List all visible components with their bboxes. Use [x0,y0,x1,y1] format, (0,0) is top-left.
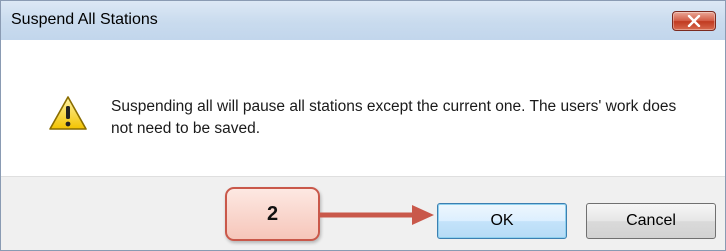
cancel-button[interactable]: Cancel [586,203,716,239]
arrow-icon [318,205,434,225]
dialog-title: Suspend All Stations [11,11,158,28]
step-callout: 2 [225,187,320,241]
dialog-message: Suspending all will pause all stations e… [111,98,677,137]
warning-icon [49,96,87,130]
ok-button[interactable]: OK [437,203,567,239]
close-icon [687,15,701,27]
dialog-titlebar[interactable]: Suspend All Stations [1,1,725,41]
close-button[interactable] [672,11,716,31]
message-area: Suspending all will pause all stations e… [1,40,725,176]
